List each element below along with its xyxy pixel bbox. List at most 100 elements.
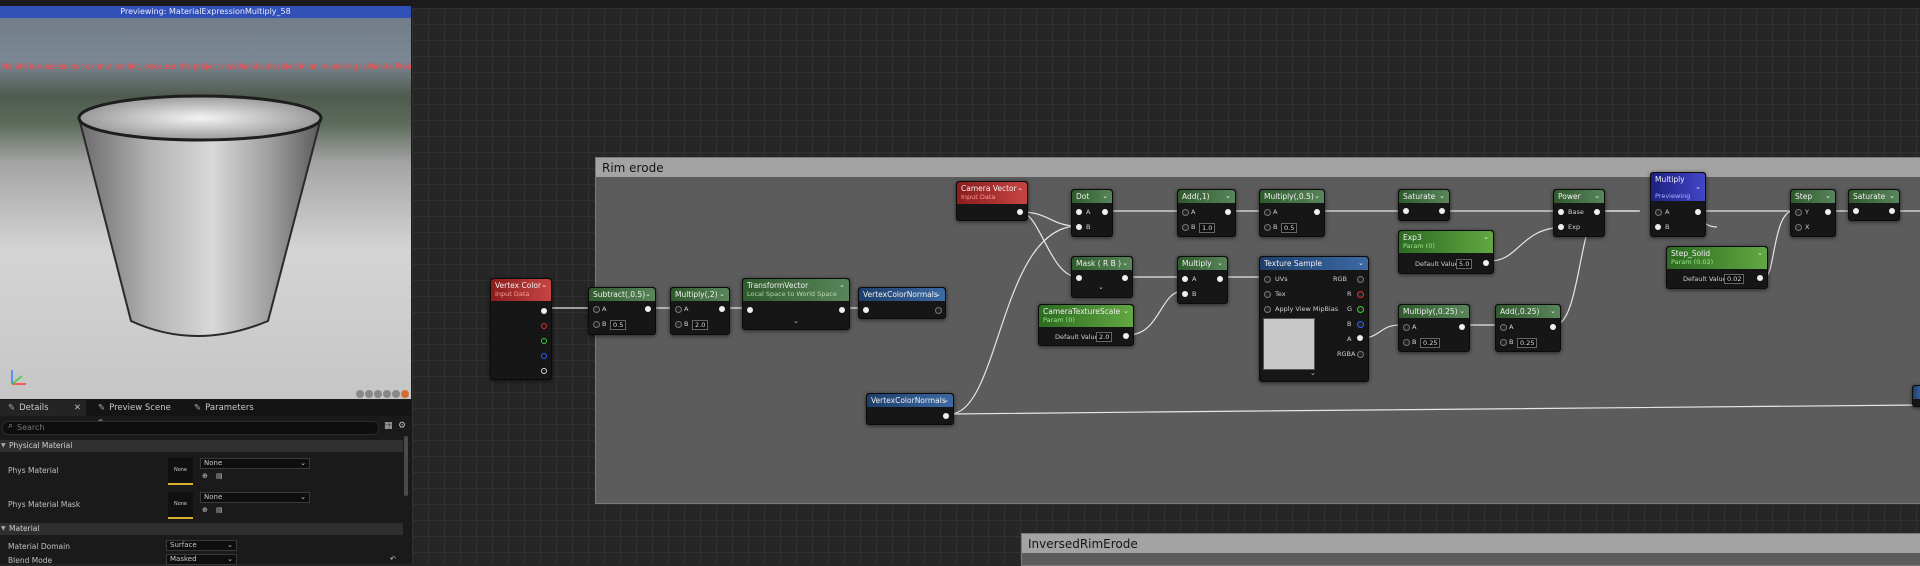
node-header[interactable]: Multiply Previewing ⌄ <box>1651 173 1705 201</box>
chevron-down-icon[interactable]: ⌄ <box>1695 181 1701 194</box>
output-pin[interactable] <box>1122 275 1128 281</box>
node-header[interactable]: Dot ⌄ <box>1072 190 1112 203</box>
node-header[interactable]: VertexColorNormals ⌄ <box>859 288 945 301</box>
output-pin-r[interactable] <box>1357 291 1364 298</box>
value-field[interactable]: 0.25 <box>1420 338 1441 348</box>
chevron-down-icon[interactable]: ⌄ <box>943 394 949 407</box>
input-pin[interactable] <box>747 307 753 313</box>
input-pin[interactable] <box>1403 339 1410 346</box>
node-header[interactable] <box>1913 386 1920 399</box>
node-multiply-mid[interactable]: Multiply ⌄ A B <box>1177 256 1228 304</box>
output-pin[interactable] <box>943 413 949 419</box>
chevron-down-icon[interactable]: ⌄ <box>1225 190 1231 203</box>
output-pin-b[interactable] <box>1357 321 1364 328</box>
output-pin[interactable] <box>1217 276 1223 282</box>
node-mask[interactable]: Mask ( R B ) ⌄ ⌄ <box>1071 256 1133 298</box>
input-pin[interactable] <box>1403 208 1409 214</box>
output-pin[interactable] <box>1357 276 1364 283</box>
input-pin[interactable] <box>1264 306 1271 313</box>
node-multiply-2[interactable]: Multiply(,2) ⌄ A B 2.0 <box>670 287 730 335</box>
node-header[interactable]: Saturate ⌄ <box>1849 190 1899 203</box>
node-header[interactable]: Add(,1) ⌄ <box>1178 190 1235 203</box>
node-header[interactable]: Mask ( R B ) ⌄ <box>1072 257 1132 270</box>
output-pin[interactable] <box>541 308 547 314</box>
input-pin[interactable] <box>1558 224 1564 230</box>
node-header[interactable]: TransformVector Local Space to World Spac… <box>743 279 849 301</box>
output-pin[interactable] <box>1314 209 1320 215</box>
output-pin-a[interactable] <box>541 368 547 374</box>
output-pin[interactable] <box>1594 209 1600 215</box>
output-pin[interactable] <box>1102 209 1108 215</box>
chevron-down-icon[interactable]: ⌄ <box>1757 247 1763 260</box>
output-pin-b[interactable] <box>541 353 547 359</box>
node-header[interactable]: VertexColorNormals ⌄ <box>867 394 953 407</box>
chevron-down-icon[interactable]: ⌄ <box>1889 190 1895 203</box>
value-field[interactable]: 1.0 <box>1199 223 1216 233</box>
chevron-down-icon[interactable]: ⌄ <box>1594 190 1600 203</box>
output-pin[interactable] <box>1483 260 1489 266</box>
node-header[interactable]: Step ⌄ <box>1791 190 1835 203</box>
input-pin[interactable] <box>863 307 869 313</box>
input-pin[interactable] <box>1264 276 1271 283</box>
chevron-down-icon[interactable]: ⌄ <box>1825 190 1831 203</box>
output-pin[interactable] <box>1550 324 1556 330</box>
output-pin-a[interactable] <box>1357 335 1363 341</box>
input-pin[interactable] <box>1264 224 1271 231</box>
chevron-down-icon[interactable]: ⌄ <box>1314 190 1320 203</box>
value-field[interactable]: 5.0 <box>1456 259 1473 269</box>
chevron-down-icon[interactable]: ⌄ <box>793 317 799 325</box>
node-power[interactable]: Power ⌄ Base Exp <box>1553 189 1605 237</box>
chevron-down-icon[interactable]: ⌄ <box>645 288 651 301</box>
input-pin[interactable] <box>593 306 600 313</box>
value-field[interactable]: 0.5 <box>610 320 627 330</box>
node-saturate-2[interactable]: Saturate ⌄ <box>1848 189 1900 221</box>
chevron-down-icon[interactable]: ⌄ <box>1358 257 1364 270</box>
node-header[interactable]: Saturate ⌄ <box>1399 190 1449 203</box>
chevron-down-icon[interactable]: ⌄ <box>1102 190 1108 203</box>
chevron-down-icon[interactable]: ⌄ <box>1439 190 1445 203</box>
chevron-down-icon[interactable]: ⌄ <box>1017 182 1023 195</box>
node-camera-texture-scale[interactable]: CameraTextureScale Param (0) ⌄ Default Val… <box>1038 304 1134 346</box>
chevron-down-icon[interactable]: ⌄ <box>1217 257 1223 270</box>
node-multiply-0-25[interactable]: Multiply(,0.25) ⌄ A B 0.25 <box>1398 304 1470 352</box>
node-header[interactable]: Subtract(,0.5) ⌄ <box>589 288 655 301</box>
node-header[interactable]: Multiply(,0.25) ⌄ <box>1399 305 1469 318</box>
node-camera-vector[interactable]: Camera Vector Input Data ⌄ <box>956 181 1028 221</box>
chevron-down-icon[interactable]: ⌄ <box>1550 305 1556 318</box>
chevron-down-icon[interactable]: ⌄ <box>1310 369 1316 377</box>
node-header[interactable]: Exp3 Param (0) ⌄ <box>1399 231 1493 253</box>
value-field[interactable]: 0.02 <box>1724 274 1745 284</box>
output-pin[interactable] <box>1889 208 1895 214</box>
chevron-down-icon[interactable]: ⌄ <box>1459 305 1465 318</box>
output-pin[interactable] <box>1825 209 1831 215</box>
node-exp3[interactable]: Exp3 Param (0) ⌄ Default Value 5.0 <box>1398 230 1494 274</box>
input-pin[interactable] <box>1182 224 1189 231</box>
chevron-down-icon[interactable]: ⌄ <box>719 288 725 301</box>
input-pin[interactable] <box>1558 209 1564 215</box>
output-pin[interactable] <box>1439 208 1445 214</box>
output-pin-r[interactable] <box>541 323 547 329</box>
node-header[interactable]: Vertex Color Input Data ⌄ <box>491 279 551 301</box>
input-pin[interactable] <box>1076 209 1082 215</box>
output-pin[interactable] <box>1757 275 1763 281</box>
input-pin[interactable] <box>1264 291 1271 298</box>
chevron-down-icon[interactable]: ⌄ <box>1098 283 1104 291</box>
node-header[interactable]: CameraTextureScale Param (0) ⌄ <box>1039 305 1133 327</box>
input-pin[interactable] <box>1403 324 1410 331</box>
node-step-solid[interactable]: Step_Solid Param (0.02) ⌄ Default Value 0.… <box>1666 246 1768 289</box>
value-field[interactable]: 2.0 <box>1096 332 1113 342</box>
node-add-0-25[interactable]: Add(,0.25) ⌄ A B 0.25 <box>1495 304 1561 352</box>
output-pin[interactable] <box>1225 209 1231 215</box>
input-pin[interactable] <box>1795 224 1802 231</box>
input-pin[interactable] <box>1795 209 1802 216</box>
chevron-down-icon[interactable]: ⌄ <box>935 288 941 301</box>
output-pin[interactable] <box>1017 209 1023 215</box>
chevron-down-icon[interactable]: ⌄ <box>541 279 547 292</box>
node-header[interactable]: Texture Sample ⌄ <box>1260 257 1368 270</box>
node-header[interactable]: Camera Vector Input Data ⌄ <box>957 182 1027 204</box>
node-header[interactable]: Multiply(,2) ⌄ <box>671 288 729 301</box>
input-pin[interactable] <box>1182 209 1189 216</box>
output-pin[interactable] <box>935 307 942 314</box>
output-pin[interactable] <box>1695 209 1701 215</box>
input-pin[interactable] <box>1182 291 1188 297</box>
